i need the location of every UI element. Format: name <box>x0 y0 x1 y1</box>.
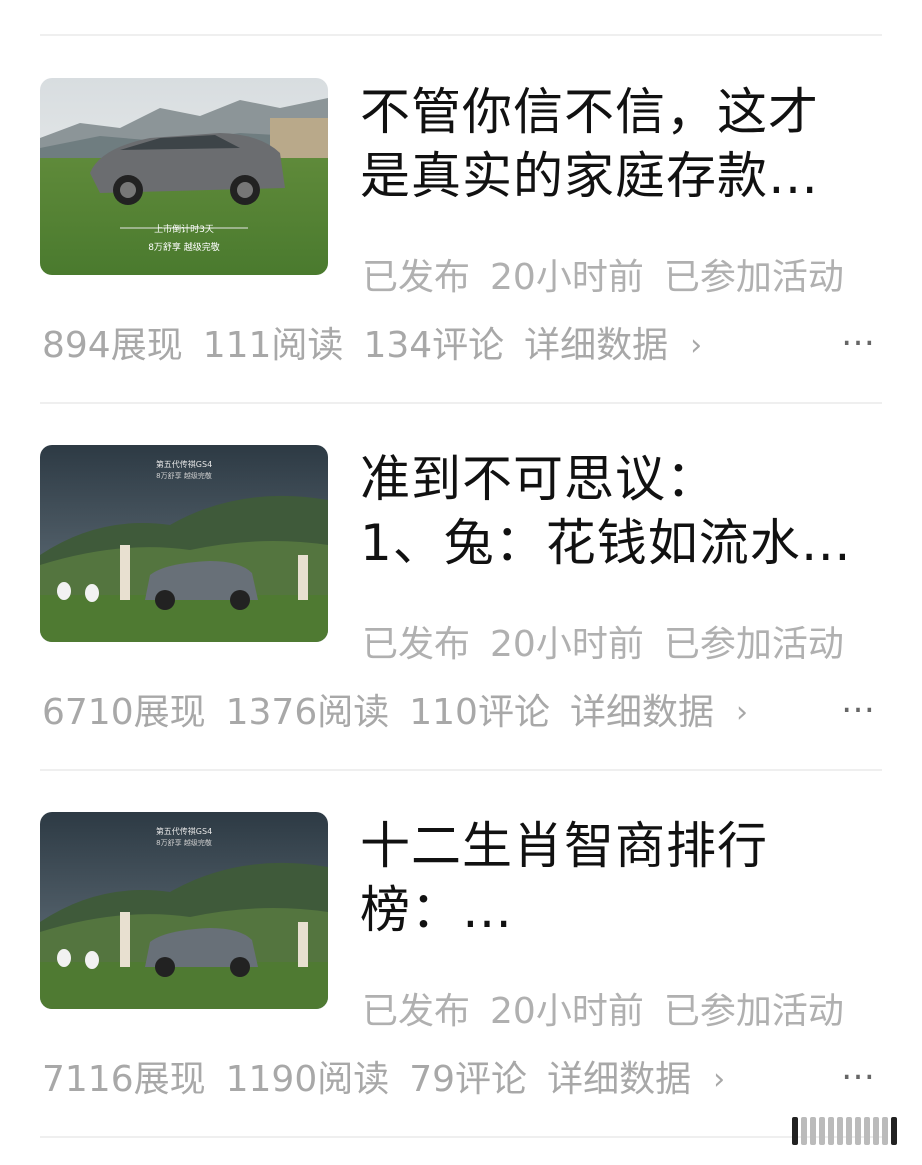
divider <box>40 1136 882 1138</box>
article-meta: 已发布 20小时前 已参加活动 <box>362 982 864 1034</box>
comments-count: 79评论 <box>409 1059 528 1100</box>
article-thumbnail[interactable]: 第五代传祺GS4 8万舒享 越级完敬 <box>40 812 328 1009</box>
detail-data-link[interactable]: 详细数据 › <box>524 325 722 366</box>
detail-data-link[interactable]: 详细数据 › <box>570 692 768 733</box>
article-item-2[interactable]: 第五代传祺GS4 8万舒享 越级完敬 准到不可思议： 1、兔：花钱如流水… 已发… <box>0 445 922 775</box>
article-thumbnail[interactable]: 上市倒计时3天 8万舒享 越级完敬 <box>40 78 328 275</box>
reads-count: 111阅读 <box>202 325 344 366</box>
article-title-line-2: 是真实的家庭存款… <box>360 147 819 205</box>
article-title-line-1: 十二生肖智商排行 <box>360 817 768 875</box>
svg-text:8万舒享 越级完敬: 8万舒享 越级完敬 <box>148 241 220 253</box>
more-icon[interactable]: … <box>841 1048 878 1088</box>
detail-data-label: 详细数据 <box>547 1059 692 1100</box>
impressions-count: 6710展现 <box>42 692 206 733</box>
divider <box>40 402 882 404</box>
detail-data-label: 详细数据 <box>569 692 714 733</box>
impressions-count: 894展现 <box>42 325 183 366</box>
chevron-right-icon: › <box>690 328 703 363</box>
impressions-count: 7116展现 <box>42 1059 206 1100</box>
article-stats: 6710展现 1376阅读 110评论 详细数据 › <box>42 683 768 735</box>
activity-status: 已参加活动 <box>663 257 844 298</box>
article-item-3[interactable]: 第五代传祺GS4 8万舒享 越级完敬 十二生肖智商排行 榜：… 已发布 20小时前… <box>0 812 922 1142</box>
publish-status: 已发布 <box>362 624 471 665</box>
watermark-icon <box>792 1115 912 1147</box>
svg-text:第五代传祺GS4: 第五代传祺GS4 <box>156 459 212 469</box>
article-list-page: 上市倒计时3天 8万舒享 越级完敬 不管你信不信，这才 是真实的家庭存款… 已发… <box>0 0 922 1165</box>
suv-image-family: 第五代传祺GS4 8万舒享 越级完敬 <box>40 445 328 642</box>
publish-status: 已发布 <box>362 257 471 298</box>
suv-image-family: 第五代传祺GS4 8万舒享 越级完敬 <box>40 812 328 1009</box>
article-thumbnail[interactable]: 第五代传祺GS4 8万舒享 越级完敬 <box>40 445 328 642</box>
article-title-line-2: 榜：… <box>360 881 513 939</box>
article-title[interactable]: 十二生肖智商排行 榜：… <box>360 814 890 942</box>
detail-data-link[interactable]: 详细数据 › <box>547 1059 745 1100</box>
more-icon[interactable]: … <box>841 681 878 721</box>
comments-count: 134评论 <box>363 325 505 366</box>
svg-text:第五代传祺GS4: 第五代传祺GS4 <box>156 826 212 836</box>
article-stats: 7116展现 1190阅读 79评论 详细数据 › <box>42 1050 745 1102</box>
divider <box>40 34 882 36</box>
article-title-line-1: 准到不可思议： <box>360 450 717 508</box>
comments-count: 110评论 <box>409 692 550 733</box>
article-stats: 894展现 111阅读 134评论 详细数据 › <box>42 316 722 368</box>
publish-status: 已发布 <box>362 991 471 1032</box>
detail-data-label: 详细数据 <box>524 325 669 366</box>
chevron-right-icon: › <box>735 695 748 730</box>
divider <box>40 769 882 771</box>
more-icon[interactable]: … <box>841 314 878 354</box>
publish-time: 20小时前 <box>490 257 644 298</box>
article-title[interactable]: 准到不可思议： 1、兔：花钱如流水… <box>360 447 890 575</box>
chevron-right-icon: › <box>713 1062 726 1097</box>
activity-status: 已参加活动 <box>663 991 844 1032</box>
svg-text:上市倒计时3天: 上市倒计时3天 <box>154 223 214 235</box>
article-title-line-2: 1、兔：花钱如流水… <box>360 514 852 572</box>
svg-text:8万舒享 越级完敬: 8万舒享 越级完敬 <box>156 471 212 480</box>
article-meta: 已发布 20小时前 已参加活动 <box>362 248 864 300</box>
article-meta: 已发布 20小时前 已参加活动 <box>362 615 864 667</box>
article-item-1[interactable]: 上市倒计时3天 8万舒享 越级完敬 不管你信不信，这才 是真实的家庭存款… 已发… <box>0 78 922 408</box>
reads-count: 1190阅读 <box>225 1059 390 1100</box>
suv-image-grass: 上市倒计时3天 8万舒享 越级完敬 <box>40 78 328 275</box>
svg-text:8万舒享 越级完敬: 8万舒享 越级完敬 <box>156 838 212 847</box>
publish-time: 20小时前 <box>490 991 644 1032</box>
article-title-line-1: 不管你信不信，这才 <box>360 83 819 141</box>
article-title[interactable]: 不管你信不信，这才 是真实的家庭存款… <box>360 80 890 208</box>
reads-count: 1376阅读 <box>225 692 390 733</box>
activity-status: 已参加活动 <box>663 624 844 665</box>
publish-time: 20小时前 <box>490 624 644 665</box>
